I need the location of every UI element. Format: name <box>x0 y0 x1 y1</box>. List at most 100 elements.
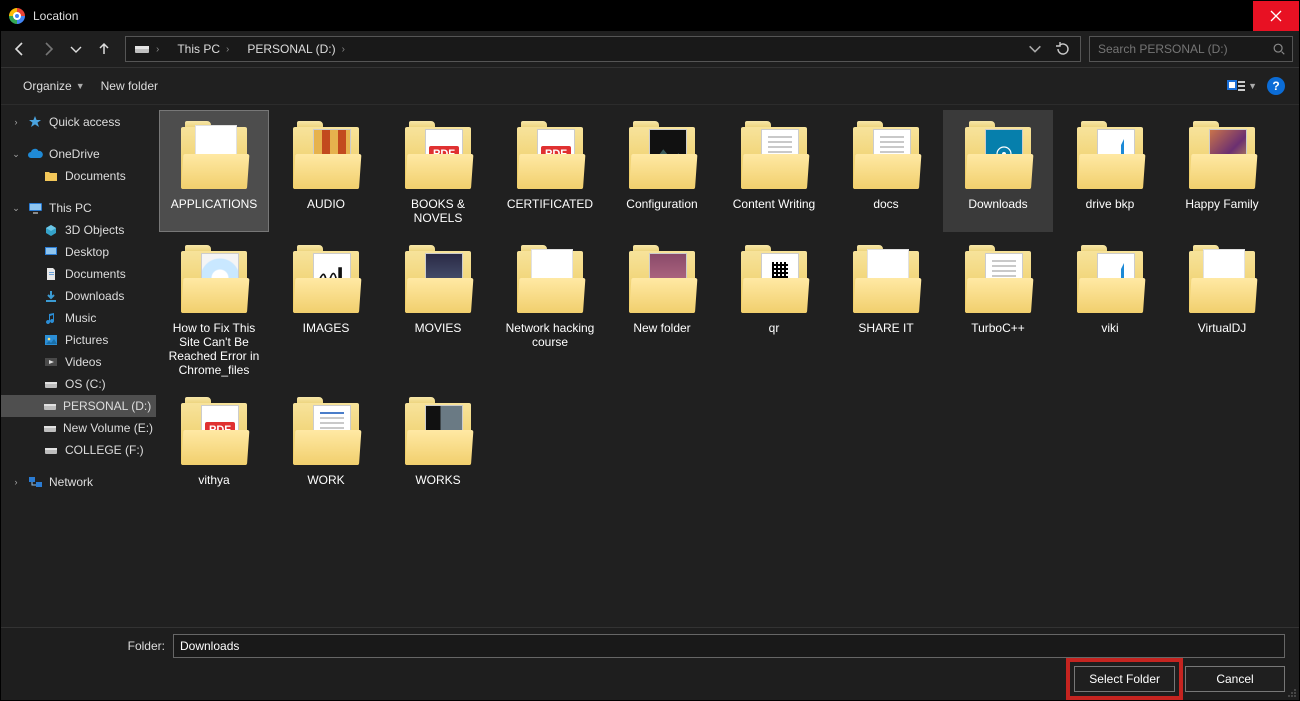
sidebar-item-new-volume-e-[interactable]: New Volume (E:) <box>1 417 156 439</box>
documents-icon <box>43 266 59 282</box>
folder-item[interactable]: Content Writing <box>719 110 829 232</box>
search-box[interactable] <box>1089 36 1293 62</box>
toolbar: Organize▼ New folder ▼ ? <box>1 68 1299 105</box>
sidebar-item-downloads[interactable]: Downloads <box>1 285 156 307</box>
chrome-icon <box>9 8 25 24</box>
sidebar-item-pictures[interactable]: Pictures <box>1 329 156 351</box>
cancel-button[interactable]: Cancel <box>1185 666 1285 692</box>
folder-item[interactable]: viki <box>1055 234 1165 384</box>
chevron-right-icon[interactable]: › <box>11 477 21 487</box>
chevron-down-icon[interactable]: ▼ <box>1248 81 1257 91</box>
folder-item[interactable]: APPLICATIONS <box>159 110 269 232</box>
folder-item[interactable]: How to Fix This Site Can't Be Reached Er… <box>159 234 269 384</box>
dialog-window: Location › This PC › <box>0 0 1300 701</box>
view-button[interactable] <box>1226 78 1246 94</box>
breadcrumb[interactable]: › This PC › PERSONAL (D:) › <box>125 36 1081 62</box>
crumb-dropdown-button[interactable] <box>1022 36 1048 62</box>
folder-icon <box>735 241 813 319</box>
folder-item[interactable]: Happy Family <box>1167 110 1277 232</box>
folder-item[interactable]: qr <box>719 234 829 384</box>
close-button[interactable] <box>1253 1 1299 31</box>
forward-button[interactable] <box>35 36 61 62</box>
folder-label: SHARE IT <box>858 321 913 335</box>
folder-label: VirtualDJ <box>1198 321 1246 335</box>
chevron-down-icon[interactable]: ⌄ <box>11 203 21 214</box>
crumb-root[interactable]: › <box>126 37 169 61</box>
network-icon <box>27 474 43 490</box>
sidebar-item-3d-objects[interactable]: 3D Objects <box>1 219 156 241</box>
refresh-button[interactable] <box>1050 36 1076 62</box>
up-button[interactable] <box>91 36 117 62</box>
folder-icon <box>287 393 365 471</box>
folder-label: APPLICATIONS <box>171 197 257 211</box>
folder-item[interactable]: VirtualDJ <box>1167 234 1277 384</box>
folder-item[interactable]: WORK <box>271 386 381 494</box>
sidebar-item-desktop[interactable]: Desktop <box>1 241 156 263</box>
folder-item[interactable]: PDFvithya <box>159 386 269 494</box>
sidebar-item-personal-d-[interactable]: PERSONAL (D:) <box>1 395 156 417</box>
folder-icon: PDF <box>511 117 589 195</box>
folder-item[interactable]: WORKS <box>383 386 493 494</box>
sidebar-this-pc[interactable]: ⌄ This PC <box>1 197 156 219</box>
chevron-down-icon <box>68 41 84 57</box>
folder-label: TurboC++ <box>971 321 1025 335</box>
sidebar-quick-access[interactable]: › Quick access <box>1 111 156 133</box>
folder-icon <box>287 117 365 195</box>
sidebar-item-college-f-[interactable]: COLLEGE (F:) <box>1 439 156 461</box>
folder-item[interactable]: IMAGES <box>271 234 381 384</box>
search-input[interactable] <box>1096 41 1272 57</box>
recent-button[interactable] <box>63 36 89 62</box>
organize-button[interactable]: Organize▼ <box>15 75 93 97</box>
select-folder-button[interactable]: Select Folder <box>1074 666 1175 692</box>
folder-icon <box>959 241 1037 319</box>
folder-label: qr <box>769 321 780 335</box>
folder-icon <box>1071 117 1149 195</box>
chevron-right-icon: › <box>224 44 231 55</box>
folder-item[interactable]: PDFCERTIFICATED <box>495 110 605 232</box>
chevron-right-icon: › <box>340 44 347 55</box>
resize-grip-icon[interactable] <box>1285 686 1297 698</box>
new-folder-button[interactable]: New folder <box>93 75 166 97</box>
sidebar-item-os-c-[interactable]: OS (C:) <box>1 373 156 395</box>
sidebar-item-music[interactable]: Music <box>1 307 156 329</box>
folder-icon <box>399 393 477 471</box>
folder-content[interactable]: APPLICATIONS AUDIO PDFBOOKS & NOVELSPDFCER… <box>156 105 1299 628</box>
sidebar-item-videos[interactable]: Videos <box>1 351 156 373</box>
crumb-this-pc[interactable]: This PC › <box>169 37 239 61</box>
folder-item[interactable]: TurboC++ <box>943 234 1053 384</box>
dialog-footer: Folder: Downloads Select Folder Cancel <box>1 627 1299 700</box>
folder-item[interactable]: AUDIO <box>271 110 381 232</box>
folder-item[interactable]: New folder <box>607 234 717 384</box>
sidebar-item-documents[interactable]: Documents <box>1 263 156 285</box>
drive-icon <box>43 376 59 392</box>
crumb-personal-d[interactable]: PERSONAL (D:) › <box>239 37 355 61</box>
sidebar-onedrive[interactable]: ⌄ OneDrive <box>1 143 156 165</box>
folder-label: docs <box>873 197 898 211</box>
folder-item[interactable]: drive bkp <box>1055 110 1165 232</box>
3d-objects-icon <box>43 222 59 238</box>
chevron-down-icon[interactable]: ⌄ <box>11 149 21 160</box>
folder-item[interactable]: Network hacking course <box>495 234 605 384</box>
back-button[interactable] <box>7 36 33 62</box>
folder-label: viki <box>1101 321 1118 335</box>
folder-input[interactable]: Downloads <box>173 634 1285 658</box>
folder-label: AUDIO <box>307 197 345 211</box>
view-icon <box>1226 78 1246 94</box>
titlebar[interactable]: Location <box>1 1 1299 31</box>
folder-label: Happy Family <box>1185 197 1258 211</box>
folder-item[interactable]: Configuration <box>607 110 717 232</box>
cloud-icon <box>27 146 43 162</box>
folder-item[interactable]: SHARE IT <box>831 234 941 384</box>
folder-item[interactable]: PDFBOOKS & NOVELS <box>383 110 493 232</box>
star-icon <box>27 114 43 130</box>
help-button[interactable]: ? <box>1267 77 1285 95</box>
folder-item[interactable]: Downloads <box>943 110 1053 232</box>
folder-item[interactable]: MOVIES <box>383 234 493 384</box>
sidebar-onedrive-documents[interactable]: Documents <box>1 165 156 187</box>
sidebar-network[interactable]: › Network <box>1 471 156 493</box>
chevron-right-icon[interactable]: › <box>11 117 21 127</box>
folder-item[interactable]: docs <box>831 110 941 232</box>
folder-icon <box>959 117 1037 195</box>
up-icon <box>96 41 112 57</box>
folder-label: IMAGES <box>303 321 350 335</box>
